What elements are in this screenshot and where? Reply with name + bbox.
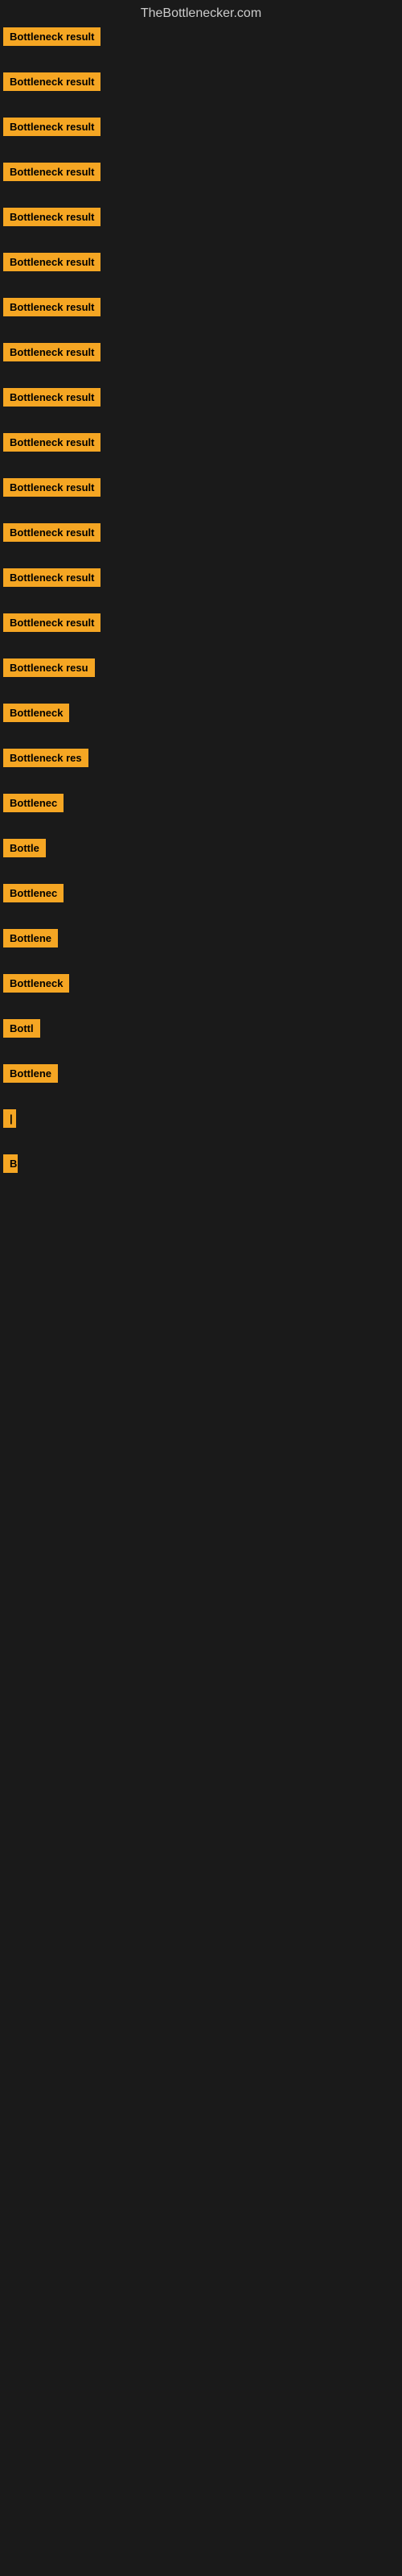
bottleneck-badge: Bottleneck result — [3, 298, 100, 316]
bottleneck-badge: Bottleneck resu — [3, 658, 95, 677]
list-item[interactable]: Bottlenec — [3, 884, 399, 906]
bottleneck-badge: Bottl — [3, 1019, 40, 1038]
bottleneck-badge: Bottleneck result — [3, 163, 100, 181]
list-item[interactable]: Bottleneck result — [3, 163, 399, 185]
bottleneck-badge: Bottlene — [3, 1064, 58, 1083]
bottleneck-badge: Bottleneck result — [3, 27, 100, 46]
list-item[interactable]: Bottleneck result — [3, 27, 399, 50]
list-item[interactable]: Bottleneck result — [3, 478, 399, 501]
list-item[interactable]: Bottleneck result — [3, 253, 399, 275]
list-item[interactable]: Bottleneck — [3, 704, 399, 726]
list-item[interactable]: Bottleneck result — [3, 343, 399, 365]
list-item[interactable]: Bottleneck res — [3, 749, 399, 771]
list-item[interactable]: Bottleneck result — [3, 523, 399, 546]
list-item[interactable]: Bottleneck result — [3, 298, 399, 320]
list-item[interactable]: Bottleneck result — [3, 613, 399, 636]
bottleneck-badge: Bottleneck result — [3, 478, 100, 497]
bottleneck-badge: Bottle — [3, 839, 46, 857]
bottleneck-badge: Bottlene — [3, 929, 58, 947]
list-item[interactable]: Bottleneck result — [3, 568, 399, 591]
bottleneck-badge: Bottleneck result — [3, 523, 100, 542]
bottleneck-badge: Bottleneck result — [3, 118, 100, 136]
list-item[interactable]: Bottleneck resu — [3, 658, 399, 681]
list-item[interactable]: Bottlene — [3, 1064, 399, 1087]
list-item[interactable]: | — [3, 1109, 399, 1132]
list-item[interactable]: Bottlenec — [3, 794, 399, 816]
bottleneck-badge: Bottleneck result — [3, 433, 100, 452]
items-container: Bottleneck result Bottleneck result Bottle… — [0, 27, 402, 1177]
bottleneck-badge: Bottleneck result — [3, 613, 100, 632]
list-item[interactable]: B — [3, 1154, 399, 1177]
bottleneck-badge: Bottlenec — [3, 884, 64, 902]
bottleneck-badge: Bottleneck result — [3, 208, 100, 226]
bottleneck-badge: Bottlenec — [3, 794, 64, 812]
list-item[interactable]: Bottl — [3, 1019, 399, 1042]
list-item[interactable]: Bottleneck result — [3, 433, 399, 456]
list-item[interactable]: Bottleneck result — [3, 208, 399, 230]
list-item[interactable]: Bottleneck result — [3, 388, 399, 411]
list-item[interactable]: Bottleneck result — [3, 118, 399, 140]
bottleneck-badge: | — [3, 1109, 16, 1128]
bottleneck-badge: Bottleneck — [3, 974, 69, 993]
bottleneck-badge: Bottleneck result — [3, 343, 100, 361]
bottleneck-badge: Bottleneck result — [3, 253, 100, 271]
bottleneck-badge: Bottleneck — [3, 704, 69, 722]
bottleneck-badge: Bottleneck result — [3, 568, 100, 587]
list-item[interactable]: Bottle — [3, 839, 399, 861]
list-item[interactable]: Bottlene — [3, 929, 399, 952]
bottleneck-badge: B — [3, 1154, 18, 1173]
list-item[interactable]: Bottleneck result — [3, 72, 399, 95]
list-item[interactable]: Bottleneck — [3, 974, 399, 997]
bottleneck-badge: Bottleneck result — [3, 388, 100, 407]
bottleneck-badge: Bottleneck res — [3, 749, 88, 767]
site-title: TheBottlenecker.com — [0, 0, 402, 27]
bottleneck-badge: Bottleneck result — [3, 72, 100, 91]
